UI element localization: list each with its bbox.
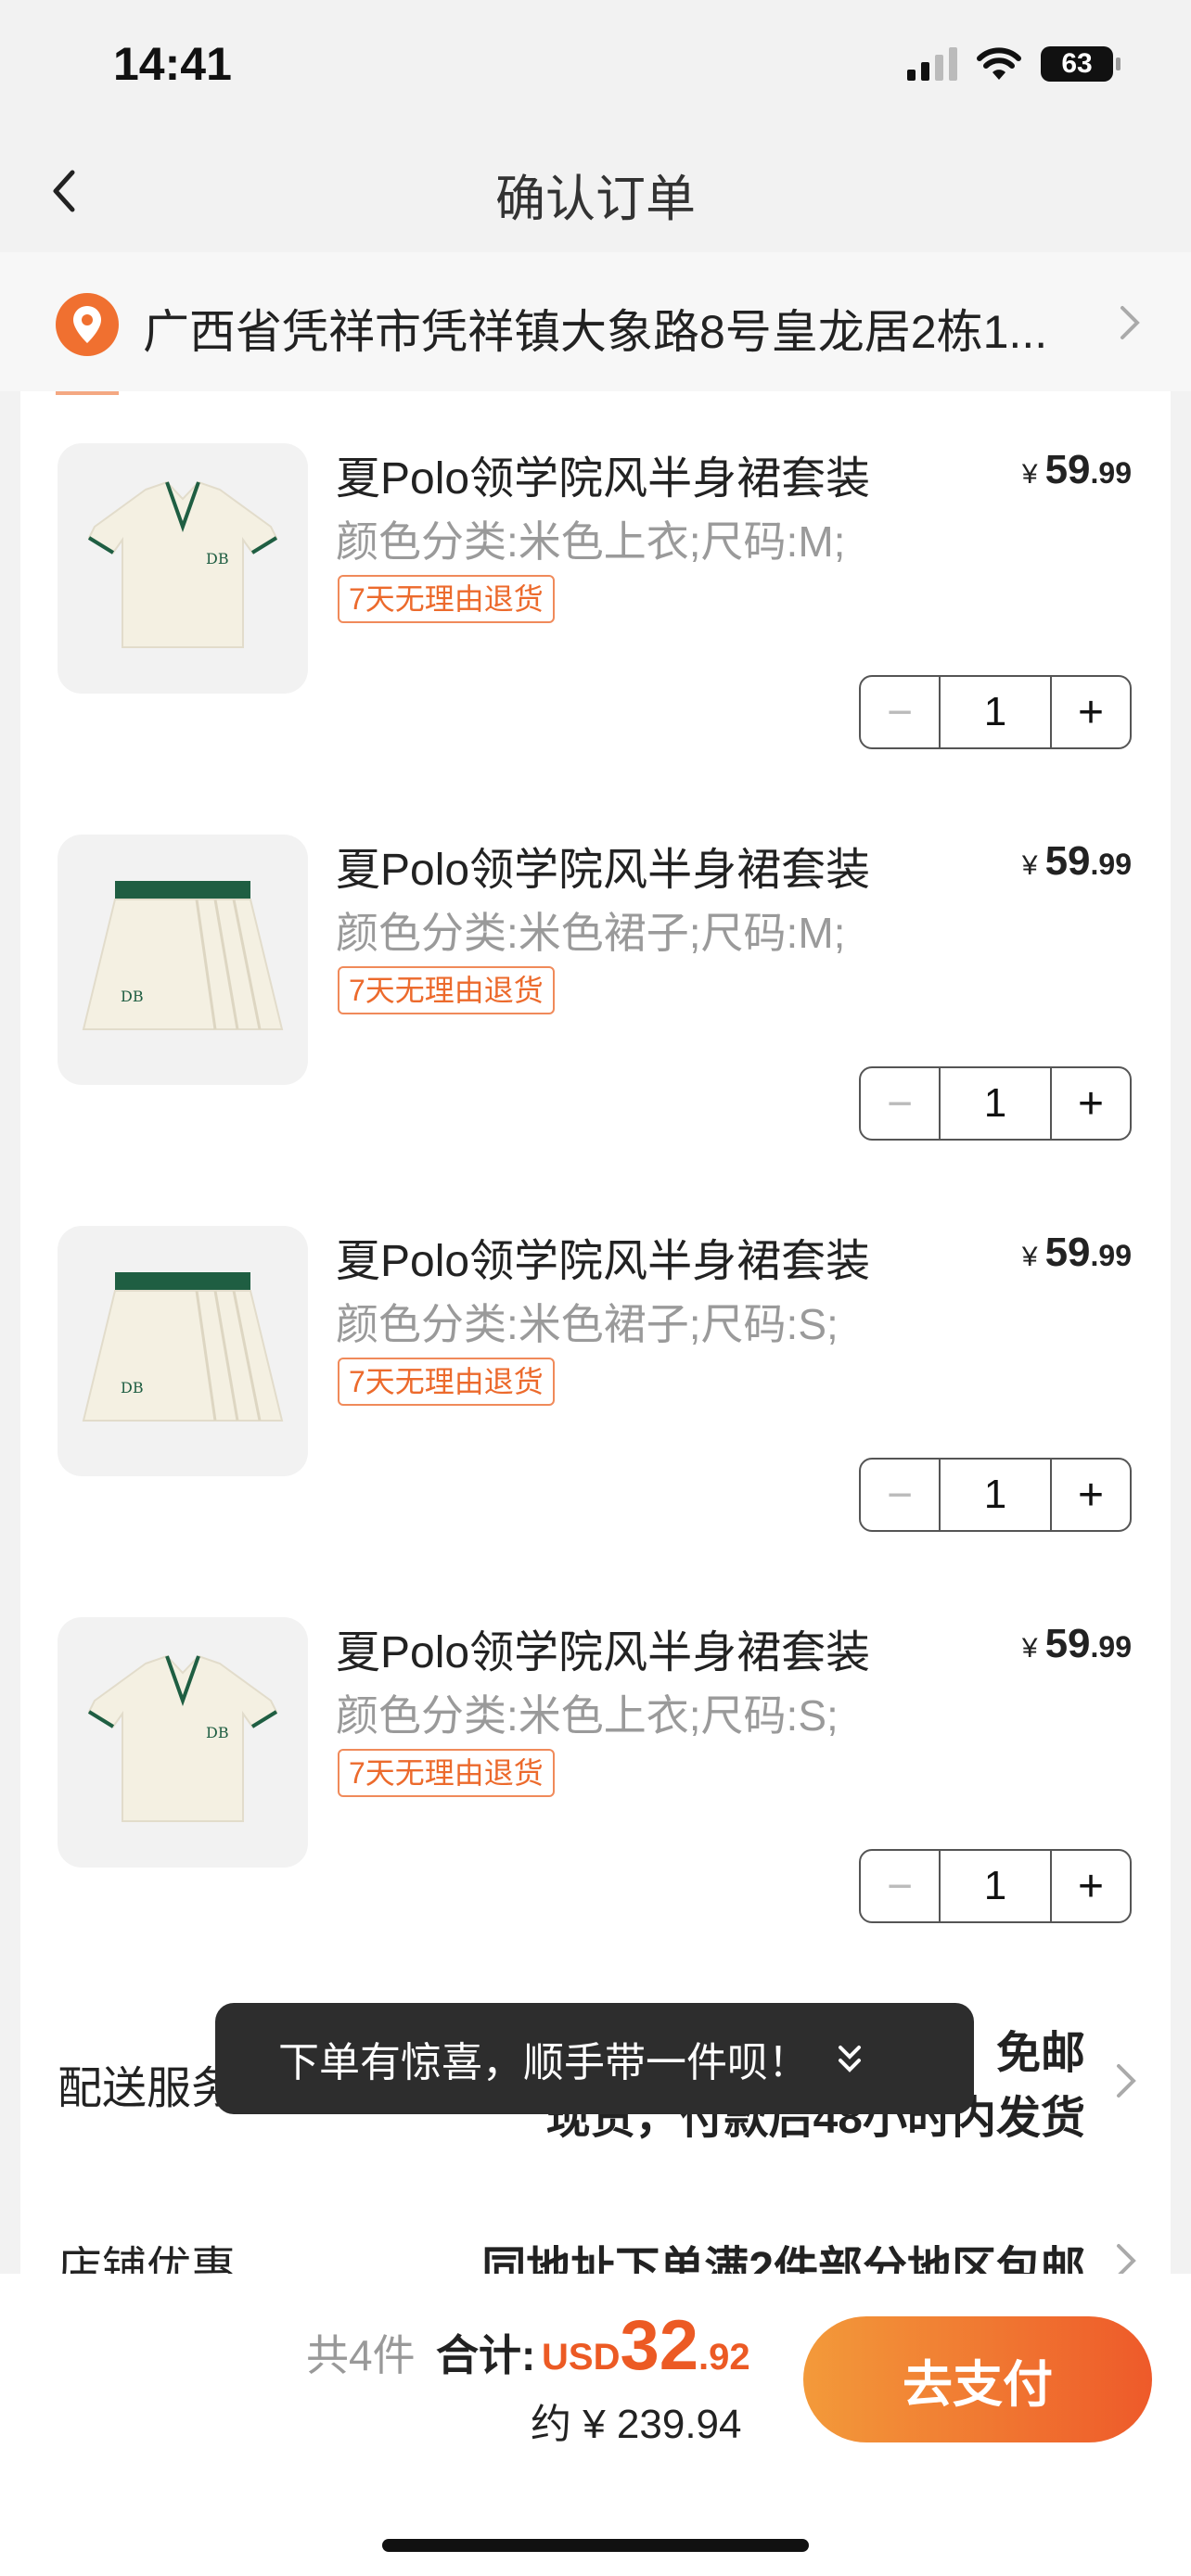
pay-button[interactable]: 去支付 <box>803 2316 1152 2442</box>
item-price: ¥59.99 <box>1022 447 1132 493</box>
address-text: 广西省凭祥市凭祥镇大象路8号皇龙居2栋1... <box>143 306 1048 358</box>
total-label: 合计: <box>436 2331 536 2379</box>
product-image-pleated-skirt[interactable]: DB <box>58 835 308 1085</box>
price-integer: 59 <box>1044 447 1091 492</box>
price-currency: ¥ <box>1021 1242 1038 1272</box>
price-integer: 59 <box>1044 1230 1091 1275</box>
total-decimal: .92 <box>698 2337 750 2378</box>
decrease-button[interactable]: − <box>861 1460 941 1530</box>
quantity-value[interactable]: 1 <box>941 1068 1050 1139</box>
nav-bar: 确认订单 <box>0 130 1191 250</box>
item-spec: 颜色分类:米色上衣;尺码:S; <box>336 1691 839 1740</box>
promo-toast[interactable]: 下单有惊喜，顺手带一件呗！ <box>215 2003 974 2114</box>
price-decimal: .99 <box>1090 1239 1132 1272</box>
order-item: DB 夏Polo领学院风半身裙套装 颜色分类:米色上衣;尺码:S; 7天无理由退… <box>20 1565 1171 1936</box>
item-count: 共4件 <box>306 2331 416 2379</box>
svg-text:DB: DB <box>206 550 229 567</box>
approx-cny-amount: 约 ¥ 239.94 <box>531 2402 742 2447</box>
svg-text:DB: DB <box>121 1379 144 1396</box>
battery-icon: 63 <box>1041 46 1121 82</box>
order-item: DB 夏Polo领学院风半身裙套装 颜色分类:米色裙子;尺码:S; 7天无理由退… <box>20 1174 1171 1545</box>
total-integer: 32 <box>620 2306 698 2385</box>
delivery-value-line1: 免邮 <box>995 2029 1085 2078</box>
chevron-right-icon <box>1117 2064 1136 2098</box>
decrease-button[interactable]: − <box>861 1851 941 1921</box>
cellular-signal-icon <box>907 47 957 81</box>
location-pin-icon <box>56 293 119 356</box>
wifi-icon <box>977 47 1021 80</box>
increase-button[interactable]: + <box>1050 677 1130 747</box>
status-bar: 14:41 63 <box>0 0 1191 130</box>
increase-button[interactable]: + <box>1050 1068 1130 1139</box>
item-spec: 颜色分类:米色裙子;尺码:M; <box>336 909 846 957</box>
item-price: ¥59.99 <box>1022 1621 1132 1667</box>
chevron-right-icon <box>1121 306 1140 339</box>
price-decimal: .99 <box>1090 848 1132 881</box>
price-integer: 59 <box>1044 838 1091 884</box>
price-currency: ¥ <box>1021 1633 1038 1664</box>
item-title: 夏Polo领学院风半身裙套装 <box>336 454 871 504</box>
price-decimal: .99 <box>1090 1630 1132 1664</box>
quantity-value[interactable]: 1 <box>941 677 1050 747</box>
status-icons: 63 <box>907 46 1121 82</box>
status-time: 14:41 <box>113 38 232 90</box>
return-policy-badge: 7天无理由退货 <box>338 1358 555 1406</box>
return-policy-badge: 7天无理由退货 <box>338 1749 555 1797</box>
double-chevron-down-icon <box>839 2046 861 2072</box>
order-item: DB 夏Polo领学院风半身裙套装 颜色分类:米色裙子;尺码:M; 7天无理由退… <box>20 783 1171 1154</box>
total-currency: USD <box>542 2337 621 2378</box>
return-policy-badge: 7天无理由退货 <box>338 575 555 623</box>
delivery-label: 配送服务 <box>58 2064 237 2113</box>
quantity-value[interactable]: 1 <box>941 1460 1050 1530</box>
price-currency: ¥ <box>1021 850 1038 881</box>
quantity-value[interactable]: 1 <box>941 1851 1050 1921</box>
item-title: 夏Polo领学院风半身裙套装 <box>336 846 871 895</box>
price-currency: ¥ <box>1021 459 1038 490</box>
page-title: 确认订单 <box>495 172 696 227</box>
quantity-stepper: − 1 + <box>859 1849 1132 1923</box>
item-title: 夏Polo领学院风半身裙套装 <box>336 1237 871 1286</box>
increase-button[interactable]: + <box>1050 1460 1130 1530</box>
toast-text: 下单有惊喜，顺手带一件呗！ <box>278 2040 809 2085</box>
svg-text:DB: DB <box>121 988 144 1005</box>
svg-text:DB: DB <box>206 1724 229 1741</box>
product-image-pleated-skirt[interactable]: DB <box>58 1226 308 1476</box>
product-image-polo-top[interactable]: DB <box>58 443 308 694</box>
quantity-stepper: − 1 + <box>859 675 1132 749</box>
price-decimal: .99 <box>1090 456 1132 490</box>
order-card: DB 夏Polo领学院风半身裙套装 颜色分类:米色上衣;尺码:M; 7天无理由退… <box>20 391 1171 2293</box>
checkout-bar: 共4件 合计: USD32.92 约 ¥ 239.94 去支付 <box>0 2274 1191 2576</box>
item-price: ¥59.99 <box>1022 838 1132 885</box>
return-policy-badge: 7天无理由退货 <box>338 966 555 1014</box>
decrease-button[interactable]: − <box>861 677 941 747</box>
quantity-stepper: − 1 + <box>859 1066 1132 1141</box>
quantity-stepper: − 1 + <box>859 1458 1132 1532</box>
item-title: 夏Polo领学院风半身裙套装 <box>336 1628 871 1677</box>
product-image-polo-top[interactable]: DB <box>58 1617 308 1868</box>
home-indicator <box>382 2539 809 2552</box>
address-row[interactable]: 广西省凭祥市凭祥镇大象路8号皇龙居2栋1... <box>0 252 1191 391</box>
item-price: ¥59.99 <box>1022 1230 1132 1276</box>
price-integer: 59 <box>1044 1621 1091 1666</box>
total-amount: USD32.92 <box>542 2305 750 2386</box>
decrease-button[interactable]: − <box>861 1068 941 1139</box>
item-spec: 颜色分类:米色裙子;尺码:S; <box>336 1300 839 1348</box>
item-spec: 颜色分类:米色上衣;尺码:M; <box>336 517 846 566</box>
increase-button[interactable]: + <box>1050 1851 1130 1921</box>
order-item: DB 夏Polo领学院风半身裙套装 颜色分类:米色上衣;尺码:M; 7天无理由退… <box>20 391 1171 762</box>
